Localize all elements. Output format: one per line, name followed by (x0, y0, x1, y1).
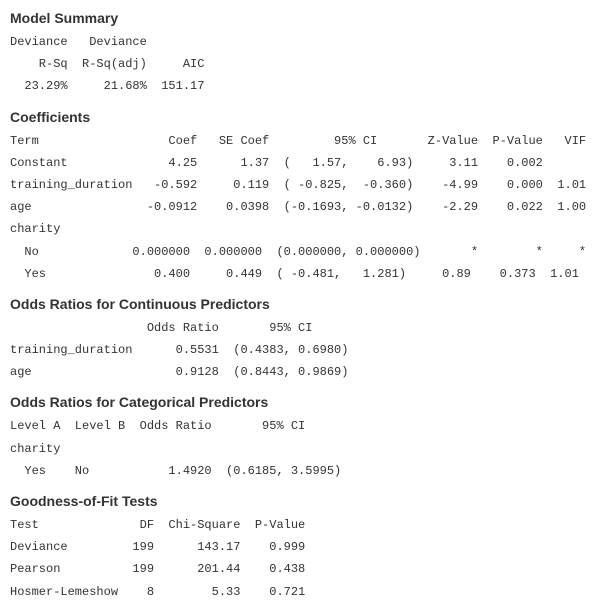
or-continuous-row: training_duration 0.5531 (0.4383, 0.6980… (10, 342, 582, 358)
section-title-gof: Goodness-of-Fit Tests (10, 493, 582, 509)
gof-row: Pearson 199 201.44 0.438 (10, 561, 582, 577)
or-continuous-header: Odds Ratio 95% CI (10, 320, 582, 336)
or-categorical-row: Yes No 1.4920 (0.6185, 3.5995) (10, 463, 582, 479)
model-summary-header2: R-Sq R-Sq(adj) AIC (10, 56, 582, 72)
model-summary-header1: Deviance Deviance (10, 34, 582, 50)
gof-row: Deviance 199 143.17 0.999 (10, 539, 582, 555)
gof-header: Test DF Chi-Square P-Value (10, 517, 582, 533)
or-categorical-row: charity (10, 441, 582, 457)
coefficients-header: Term Coef SE Coef 95% CI Z-Value P-Value… (10, 133, 582, 149)
coefficients-row: Yes 0.400 0.449 ( -0.481, 1.281) 0.89 0.… (10, 266, 582, 282)
section-title-or-continuous: Odds Ratios for Continuous Predictors (10, 296, 582, 312)
or-categorical-header: Level A Level B Odds Ratio 95% CI (10, 418, 582, 434)
coefficients-row: Constant 4.25 1.37 ( 1.57, 6.93) 3.11 0.… (10, 155, 582, 171)
coefficients-row: training_duration -0.592 0.119 ( -0.825,… (10, 177, 582, 193)
coefficients-row: age -0.0912 0.0398 (-0.1693, -0.0132) -2… (10, 199, 582, 215)
or-continuous-row: age 0.9128 (0.8443, 0.9869) (10, 364, 582, 380)
gof-row: Hosmer-Lemeshow 8 5.33 0.721 (10, 584, 582, 600)
coefficients-row: charity (10, 221, 582, 237)
section-title-coefficients: Coefficients (10, 109, 582, 125)
model-summary-row: 23.29% 21.68% 151.17 (10, 78, 582, 94)
coefficients-row: No 0.000000 0.000000 (0.000000, 0.000000… (10, 244, 582, 260)
section-title-model-summary: Model Summary (10, 10, 582, 26)
section-title-or-categorical: Odds Ratios for Categorical Predictors (10, 394, 582, 410)
